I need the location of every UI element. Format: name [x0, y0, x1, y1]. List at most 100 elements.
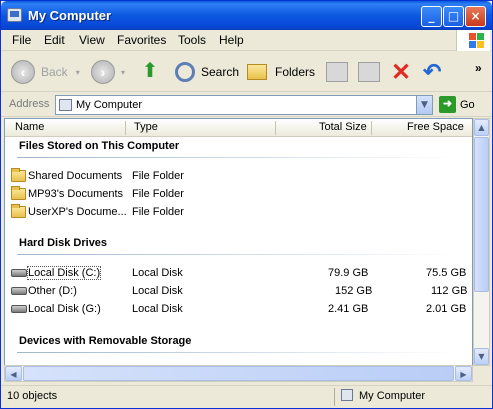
address-field[interactable]: My Computer ▼ — [55, 95, 433, 115]
close-button[interactable]: × — [465, 6, 486, 27]
list-item[interactable]: Local Disk (C:) Local Disk 79.9 GB 75.5 … — [11, 265, 466, 282]
file-list: Name Type Total Size Free Space Files St… — [4, 118, 473, 366]
column-separator[interactable] — [371, 121, 372, 135]
move-to-icon — [326, 62, 348, 82]
hard-disk-icon — [11, 305, 27, 313]
maximize-button[interactable]: □ — [443, 6, 464, 27]
item-total-size: 79.9 GB — [328, 267, 369, 279]
item-name: Local Disk (G:) — [28, 303, 101, 315]
forward-arrow-icon: › — [91, 60, 115, 84]
group-divider — [17, 157, 457, 158]
group-header-hdd: Hard Disk Drives — [19, 237, 108, 249]
title-bar[interactable]: My Computer _ □ × — [1, 1, 492, 30]
forward-button[interactable]: › ▾ — [91, 58, 125, 86]
toolbar: ‹ Back ▾ › ▾ ⬆ Search Folders ✕ ↶ » — [1, 52, 492, 92]
list-item[interactable]: Local Disk (G:) Local Disk 2.41 GB 2.01 … — [11, 301, 466, 318]
item-type: File Folder — [132, 170, 184, 182]
address-value: My Computer — [76, 99, 143, 111]
item-free-space: 2.01 GB — [426, 303, 467, 315]
back-button[interactable]: ‹ Back ▾ — [11, 58, 80, 86]
menu-favorites[interactable]: Favorites — [117, 33, 166, 47]
go-button[interactable]: ➜ Go — [439, 96, 475, 113]
group-header-removable: Devices with Removable Storage — [19, 335, 192, 347]
menu-bar: File Edit View Favorites Tools Help — [1, 30, 492, 51]
item-name: MP93's Documents — [28, 188, 124, 200]
column-separator[interactable] — [275, 121, 276, 135]
item-type: Local Disk — [132, 303, 183, 315]
vertical-scroll-thumb[interactable] — [474, 137, 489, 292]
my-computer-icon — [341, 389, 353, 401]
window-title: My Computer — [28, 8, 112, 23]
item-free-space: 75.5 GB — [426, 267, 467, 279]
column-total-size[interactable]: Total Size — [319, 121, 367, 133]
hard-disk-icon — [11, 287, 27, 295]
scroll-left-icon[interactable]: ◀ — [5, 366, 22, 381]
forward-dropdown-icon: ▾ — [121, 67, 126, 77]
column-free-space[interactable]: Free Space — [407, 121, 464, 133]
folder-icon — [11, 204, 26, 218]
column-separator[interactable] — [125, 121, 126, 135]
back-dropdown-icon: ▾ — [75, 67, 80, 77]
horizontal-scrollbar[interactable]: ◀ ▶ — [4, 365, 473, 382]
my-computer-icon — [59, 99, 72, 111]
group-divider — [17, 352, 457, 353]
hard-disk-icon — [11, 269, 27, 277]
menu-help[interactable]: Help — [219, 33, 244, 47]
menu-tools[interactable]: Tools — [178, 33, 206, 47]
group-header-stored: Files Stored on This Computer — [19, 140, 180, 152]
folders-label: Folders — [275, 65, 316, 79]
explorer-window: My Computer _ □ × File Edit View Favorit… — [0, 0, 493, 409]
list-item[interactable]: MP93's Documents File Folder — [11, 186, 466, 203]
column-type[interactable]: Type — [134, 121, 158, 133]
folder-icon — [11, 168, 26, 182]
status-bar: 10 objects My Computer — [1, 385, 492, 408]
delete-icon: ✕ — [391, 58, 412, 86]
address-label: Address — [9, 98, 50, 110]
search-icon — [175, 62, 195, 82]
go-label: Go — [460, 98, 475, 111]
item-name: Shared Documents — [28, 170, 123, 182]
status-location: My Computer — [359, 390, 426, 402]
item-name: UserXP's Docume... — [28, 206, 127, 218]
scroll-down-icon[interactable]: ▼ — [474, 348, 489, 365]
list-item[interactable]: Shared Documents File Folder — [11, 168, 466, 185]
menu-edit[interactable]: Edit — [44, 33, 65, 47]
item-type: File Folder — [132, 188, 184, 200]
up-arrow-icon: ⬆ — [141, 60, 159, 82]
address-bar: Address My Computer ▼ ➜ Go — [1, 93, 492, 117]
up-folder-button[interactable]: ⬆ — [139, 58, 161, 86]
column-header: Name Type Total Size Free Space — [5, 119, 472, 137]
scroll-right-icon[interactable]: ▶ — [455, 366, 472, 381]
mouse-cursor-icon — [104, 313, 118, 327]
vertical-scrollbar[interactable]: ▲ ▼ — [473, 118, 490, 366]
status-object-count: 10 objects — [7, 390, 58, 402]
back-label: Back — [41, 65, 68, 79]
undo-button[interactable]: ↶ — [423, 58, 441, 86]
address-dropdown-icon[interactable]: ▼ — [416, 96, 432, 114]
horizontal-scroll-thumb[interactable] — [23, 366, 454, 381]
group-divider — [17, 254, 457, 255]
back-arrow-icon: ‹ — [11, 60, 35, 84]
windows-logo-icon — [456, 30, 490, 51]
item-total-size: 2.41 GB — [328, 303, 369, 315]
my-computer-icon — [7, 8, 22, 22]
scroll-up-icon[interactable]: ▲ — [474, 119, 489, 136]
minimize-button[interactable]: _ — [421, 6, 442, 27]
folders-icon — [247, 64, 267, 80]
list-item[interactable]: UserXP's Docume... File Folder — [11, 204, 466, 221]
delete-button[interactable]: ✕ — [391, 58, 411, 86]
item-total-size: 152 GB — [335, 285, 373, 297]
column-name[interactable]: Name — [15, 121, 44, 133]
folders-button[interactable]: Folders — [247, 58, 315, 86]
item-type: Local Disk — [132, 285, 183, 297]
item-name: Local Disk (C:) — [26, 266, 102, 280]
toolbar-overflow-icon[interactable]: » — [475, 54, 482, 82]
list-item[interactable]: Other (D:) Local Disk 152 GB 112 GB — [11, 283, 468, 300]
move-to-button[interactable] — [326, 58, 348, 86]
copy-to-icon — [358, 62, 380, 82]
search-button[interactable]: Search — [175, 58, 239, 86]
menu-view[interactable]: View — [79, 33, 105, 47]
copy-to-button[interactable] — [358, 58, 380, 86]
menu-file[interactable]: File — [12, 33, 31, 47]
folder-icon — [11, 186, 26, 200]
